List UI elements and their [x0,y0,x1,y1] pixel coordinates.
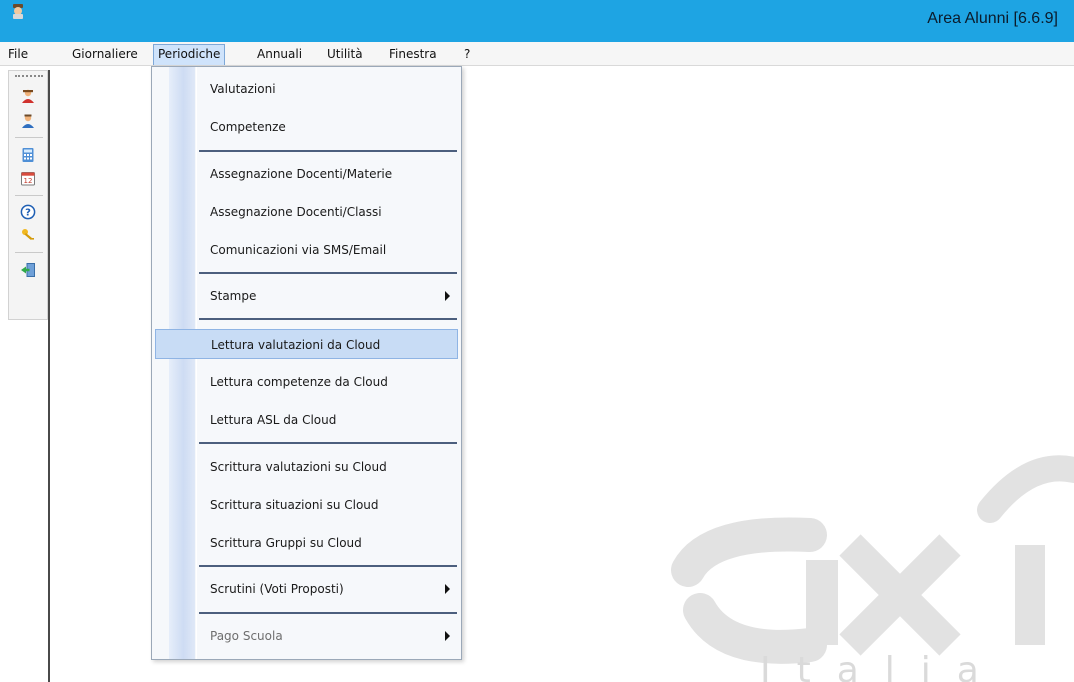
student-icon[interactable] [19,87,37,105]
menu-separator [199,272,457,274]
help-icon[interactable]: ? [19,203,37,221]
menu-item-label: Scrittura valutazioni su Cloud [210,460,387,474]
axios-watermark-logo: Italia [560,450,1074,682]
toolbar-separator [15,252,43,253]
menu-annuali[interactable]: Annuali [253,46,306,65]
menu-separator [199,318,457,320]
menu-item-label: Scrutini (Voti Proposti) [210,582,344,596]
menu-separator [199,565,457,567]
mdi-client-border [48,70,50,682]
menu-item-assegnazione-docenti-classi[interactable]: Assegnazione Docenti/Classi [155,197,458,227]
periodiche-dropdown: Valutazioni Competenze Assegnazione Doce… [151,66,462,660]
app-icon[interactable] [10,3,26,19]
menu-item-lettura-valutazioni-cloud[interactable]: Lettura valutazioni da Cloud [155,329,458,359]
menu-item-lettura-asl-cloud[interactable]: Lettura ASL da Cloud [155,405,458,435]
menu-item-label: Competenze [210,120,286,134]
menu-item-scrittura-situazioni-cloud[interactable]: Scrittura situazioni su Cloud [155,490,458,520]
toolbar-grip[interactable] [15,75,43,78]
menu-giornaliere[interactable]: Giornaliere [68,46,142,65]
menu-item-label: Stampe [210,289,257,303]
keys-icon[interactable] [19,226,37,244]
menu-item-label: Assegnazione Docenti/Classi [210,205,382,219]
toolbar-separator [15,195,43,196]
menu-separator [199,150,457,152]
side-toolbar: 12 ? [8,70,48,320]
menu-item-label: Pago Scuola [210,629,283,643]
svg-text:?: ? [25,208,31,219]
menu-item-label: Scrittura situazioni su Cloud [210,498,379,512]
calendar-icon[interactable]: 12 [19,169,37,187]
menu-item-label: Lettura valutazioni da Cloud [211,338,381,352]
menu-item-valutazioni[interactable]: Valutazioni [155,74,458,104]
menu-item-scrittura-valutazioni-cloud[interactable]: Scrittura valutazioni su Cloud [155,452,458,482]
menu-item-lettura-competenze-cloud[interactable]: Lettura competenze da Cloud [155,367,458,397]
menu-item-scrittura-gruppi-cloud[interactable]: Scrittura Gruppi su Cloud [155,528,458,558]
watermark-tagline: Italia [760,650,1005,682]
menu-utilita[interactable]: Utilità [323,46,367,65]
submenu-arrow-icon [445,584,450,594]
menu-item-label: Lettura ASL da Cloud [210,413,337,427]
svg-text:12: 12 [24,177,33,185]
menu-item-pago-scuola[interactable]: Pago Scuola [155,621,458,651]
calculator-icon[interactable] [19,146,37,164]
menu-item-label: Scrittura Gruppi su Cloud [210,536,362,550]
menu-separator [199,442,457,444]
menu-bar: File Giornaliere Periodiche Annuali Util… [0,42,1074,66]
menu-file[interactable]: File [4,46,32,65]
menu-gutter [169,67,195,659]
menu-item-competenze[interactable]: Competenze [155,112,458,142]
menu-item-label: Lettura competenze da Cloud [210,375,388,389]
menu-item-scrutini[interactable]: Scrutini (Voti Proposti) [155,574,458,604]
window-title: Area Alunni [6.6.9] [927,10,1058,27]
title-bar: Area Alunni [6.6.9] [0,0,1074,42]
menu-separator [199,612,457,614]
submenu-arrow-icon [445,291,450,301]
submenu-arrow-icon [445,631,450,641]
menu-item-label: Comunicazioni via SMS/Email [210,243,387,257]
menu-help[interactable]: ? [460,46,474,65]
exit-icon[interactable] [19,261,37,279]
teacher-icon[interactable] [19,112,37,130]
menu-item-label: Valutazioni [210,82,276,96]
toolbar-separator [15,137,43,138]
menu-periodiche[interactable]: Periodiche [153,44,226,65]
menu-item-assegnazione-docenti-materie[interactable]: Assegnazione Docenti/Materie [155,159,458,189]
menu-item-label: Assegnazione Docenti/Materie [210,167,393,181]
menu-finestra[interactable]: Finestra [385,46,441,65]
menu-item-comunicazioni-sms-email[interactable]: Comunicazioni via SMS/Email [155,235,458,265]
menu-item-stampe[interactable]: Stampe [155,281,458,311]
menu-gutter-line [196,67,197,659]
